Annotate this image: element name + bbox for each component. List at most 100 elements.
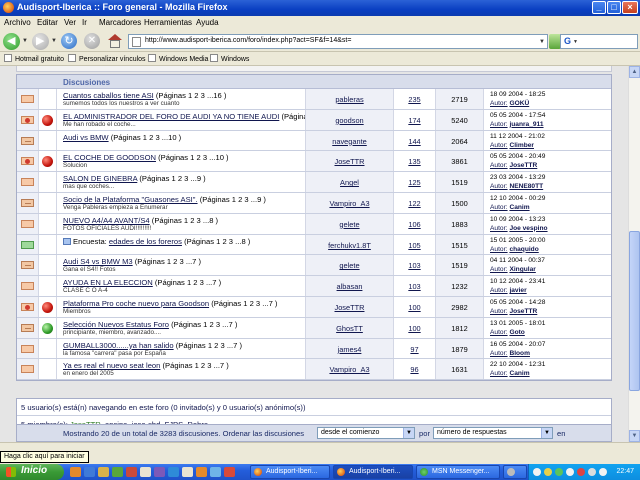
taskbar-item[interactable]: MSN Messenger... (416, 465, 500, 479)
scroll-thumb[interactable] (629, 231, 640, 391)
taskbar-item[interactable] (503, 465, 527, 479)
last-post-author[interactable]: javier (509, 287, 526, 294)
topic-replies-link[interactable]: 97 (410, 345, 418, 354)
topic-replies-link[interactable]: 235 (408, 95, 420, 104)
quicklaunch-icon[interactable] (140, 467, 151, 477)
tray-icon[interactable] (544, 468, 552, 476)
scroll-down-icon[interactable]: ▼ (629, 430, 640, 442)
last-post-label[interactable]: Autor: (490, 246, 508, 253)
maximize-button[interactable]: □ (607, 1, 621, 14)
topic-author-link[interactable]: JoseTTR (335, 303, 365, 312)
start-button[interactable]: Inicio (0, 464, 64, 480)
last-post-label[interactable]: Autor: (490, 329, 508, 336)
topic-pages[interactable]: (Páginas 1 2 3 ...8 ) (152, 216, 218, 225)
last-post-label[interactable]: Autor: (490, 266, 508, 273)
menu-ver[interactable]: Ver (64, 18, 76, 27)
topic-pages[interactable]: (Páginas 1 2 3 ...7 ) (155, 278, 221, 287)
topic-title-link[interactable]: Plataforma Pro coche nuevo para Goodson (63, 299, 209, 308)
last-post-author[interactable]: Goto (509, 329, 524, 336)
topic-replies-link[interactable]: 106 (408, 220, 420, 229)
url-text[interactable]: http://www.audisport-iberica.com/foro/in… (145, 37, 351, 44)
topic-pages[interactable]: (Páginas 1 2 3 ...7 ) (163, 361, 229, 370)
taskbar-item-active[interactable]: Audisport-Iberi... (333, 465, 413, 479)
topic-replies-link[interactable]: 144 (408, 137, 420, 146)
topic-author-link[interactable]: albasan (337, 282, 363, 291)
topic-pages[interactable]: (Páginas 1 2 3 ...9 ) (200, 195, 266, 204)
search-box[interactable]: G ▼ (560, 34, 638, 49)
quicklaunch-icon[interactable] (224, 467, 235, 477)
taskbar-item[interactable]: Audisport-Iberi... (250, 465, 330, 479)
topic-title-link[interactable]: EL ADMINISTRADOR DEL FORO DE AUDI YA NO … (63, 112, 279, 121)
last-post-label[interactable]: Autor: (490, 370, 508, 377)
topic-pages[interactable]: (Páginas 1 2 3 ...10 ) (111, 133, 182, 142)
menu-marcadores[interactable]: Marcadores (99, 18, 141, 27)
quicklaunch-icon[interactable] (210, 467, 221, 477)
topic-author-link[interactable]: Vampiro_A3 (329, 199, 369, 208)
topic-title-link[interactable]: Audi vs BMW (63, 133, 109, 142)
back-button[interactable]: ◀ (3, 33, 20, 50)
topic-pages[interactable]: (Páginas 1 2 3 ...16 ) (156, 91, 227, 100)
quicklaunch-icon[interactable] (70, 467, 81, 477)
search-engine-dropdown-icon[interactable]: ▼ (573, 39, 578, 45)
last-post-label[interactable]: Autor: (490, 287, 508, 294)
topic-title-link[interactable]: edades de los foreros (109, 237, 182, 246)
topic-replies-link[interactable]: 174 (408, 116, 420, 125)
quicklaunch-icon[interactable] (168, 467, 179, 477)
last-post-label[interactable]: Autor: (490, 162, 508, 169)
bookmark-personalizar[interactable]: Personalizar vínculos (68, 54, 146, 63)
tray-icon[interactable] (588, 468, 596, 476)
last-post-author[interactable]: JoseTTR (509, 308, 537, 315)
topic-author-link[interactable]: gelete (339, 220, 359, 229)
menu-archivo[interactable]: Archivo (4, 18, 31, 27)
topic-replies-link[interactable]: 96 (410, 365, 418, 374)
last-post-label[interactable]: Autor: (490, 308, 508, 315)
last-post-label[interactable]: Autor: (490, 350, 508, 357)
menu-ayuda[interactable]: Ayuda (196, 18, 219, 27)
back-dropdown-icon[interactable]: ▼ (22, 38, 28, 44)
last-post-label[interactable]: Autor: (490, 142, 508, 149)
bookmark-hotmail[interactable]: Hotmail gratuito (4, 54, 64, 63)
tray-icon[interactable] (577, 468, 585, 476)
last-post-author[interactable]: juanra_911 (509, 121, 543, 128)
reload-button[interactable]: ↻ (61, 33, 77, 49)
topic-title-link[interactable]: SALON DE GINEBRA (63, 174, 137, 183)
topic-replies-link[interactable]: 122 (408, 199, 420, 208)
last-post-author[interactable]: NENE80TT (509, 183, 543, 190)
forward-button[interactable]: ▶ (32, 33, 49, 50)
topic-pages[interactable]: (Páginas 1 2 3 ...9 ) (139, 174, 205, 183)
minimize-button[interactable]: _ (592, 1, 606, 14)
bookmark-windows[interactable]: Windows (210, 54, 249, 63)
menu-herramientas[interactable]: Herramientas (144, 18, 192, 27)
topic-title-link[interactable]: EL COCHE DE GOODSON (63, 153, 156, 162)
topic-author-link[interactable]: JoseTTR (335, 157, 365, 166)
topic-title-link[interactable]: Selección Nuevos Estatus Foro (63, 320, 169, 329)
bookmark-windows-media[interactable]: Windows Media (148, 54, 208, 63)
quicklaunch-icon[interactable] (126, 467, 137, 477)
page-content[interactable]: Discusiones Cuantos caballos tiene ASI (… (0, 66, 628, 442)
topic-pages[interactable]: (Páginas 1 2 3 ...7 ) (211, 299, 277, 308)
topic-pages[interactable]: (Páginas 1 2 3 ...10 ) (158, 153, 229, 162)
quicklaunch-icon[interactable] (154, 467, 165, 477)
last-post-label[interactable]: Autor: (490, 225, 508, 232)
sort-from-select[interactable]: desde el comienzo ▼ (317, 427, 415, 439)
last-post-label[interactable]: Autor: (490, 100, 508, 107)
menu-ir[interactable]: Ir (82, 18, 87, 27)
last-post-author[interactable]: Joe vespino (509, 225, 547, 232)
vertical-scrollbar[interactable]: ▲ ▼ (628, 66, 640, 442)
quicklaunch-icon[interactable] (182, 467, 193, 477)
last-post-label[interactable]: Autor: (490, 121, 508, 128)
topic-author-link[interactable]: navegante (332, 137, 367, 146)
topic-replies-link[interactable]: 103 (408, 282, 420, 291)
topic-title-link[interactable]: NUEVO A4/A4 AVANT/S4 (63, 216, 150, 225)
tray-icon[interactable] (533, 468, 541, 476)
topic-title-link[interactable]: GUMBALL3000......ya han salido (63, 341, 174, 350)
last-post-label[interactable]: Autor: (490, 183, 508, 190)
topic-title-link[interactable]: Cuantos caballos tiene ASI (63, 91, 154, 100)
topic-replies-link[interactable]: 100 (408, 324, 420, 333)
last-post-author[interactable]: Canim (509, 204, 529, 211)
last-post-author[interactable]: chaquido (509, 246, 538, 253)
url-bar[interactable]: http://www.audisport-iberica.com/foro/in… (128, 34, 548, 49)
topic-author-link[interactable]: Angel (340, 178, 359, 187)
topic-pages[interactable]: (Páginas 1 2 3 ...7 ) (171, 320, 237, 329)
topic-replies-link[interactable]: 100 (408, 303, 420, 312)
